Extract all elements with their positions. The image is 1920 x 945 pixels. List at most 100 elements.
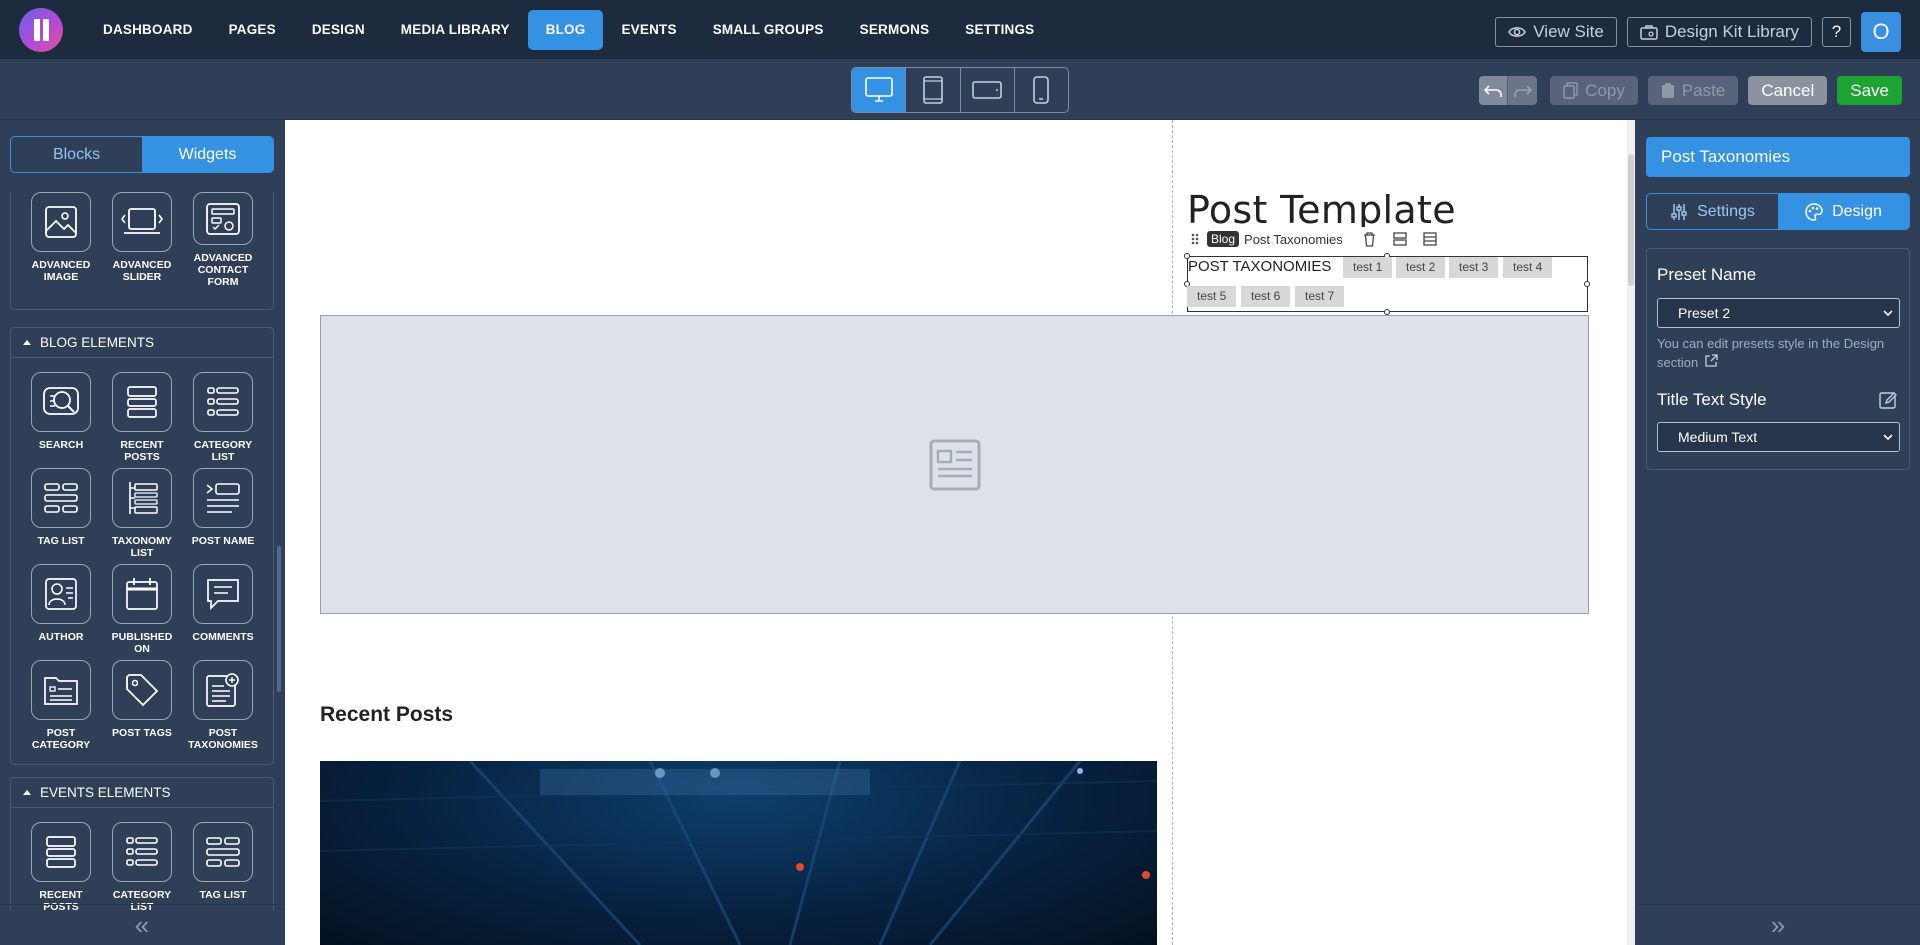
preset-name-label: Preset Name bbox=[1657, 265, 1757, 284]
nav-dashboard[interactable]: DASHBOARD bbox=[85, 10, 211, 50]
paste-button[interactable]: Paste bbox=[1647, 76, 1739, 105]
taxonomy-tag[interactable]: test 3 bbox=[1449, 257, 1499, 278]
cancel-button[interactable]: Cancel bbox=[1748, 76, 1828, 105]
widget-events-tag-list[interactable]: TAG LIST bbox=[193, 822, 253, 910]
resize-handle[interactable] bbox=[1584, 281, 1590, 287]
redo-icon bbox=[1513, 84, 1532, 97]
panel-tabs: Blocks Widgets bbox=[10, 136, 274, 173]
widget-label: TAXONOMY LIST bbox=[112, 535, 172, 559]
help-button[interactable]: ? bbox=[1822, 17, 1851, 47]
external-link-icon[interactable] bbox=[1704, 354, 1718, 368]
widget-comments[interactable]: COMMENTS bbox=[192, 564, 254, 660]
recent-posts-heading[interactable]: Recent Posts bbox=[320, 703, 453, 727]
editor-toolbar: Copy Paste Cancel Save bbox=[0, 59, 1920, 120]
delete-element-button[interactable] bbox=[1355, 231, 1385, 247]
collapse-right-panel-button[interactable]: » bbox=[1636, 904, 1920, 945]
tab-design-label: Design bbox=[1832, 202, 1882, 220]
taxonomy-tag[interactable]: test 7 bbox=[1295, 286, 1345, 307]
widget-taxonomy-list[interactable]: TAXONOMY LIST bbox=[112, 468, 172, 564]
widget-author[interactable]: AUTHOR bbox=[31, 564, 91, 660]
nav-sermons[interactable]: SERMONS bbox=[842, 10, 948, 50]
undo-button[interactable] bbox=[1479, 76, 1509, 105]
device-mobile-button[interactable] bbox=[1015, 68, 1068, 112]
nav-blog[interactable]: BLOG bbox=[527, 9, 604, 50]
recent-post-image[interactable] bbox=[320, 761, 1157, 945]
chevron-down-icon bbox=[1883, 310, 1893, 317]
events-elements-header[interactable]: EVENTS ELEMENTS bbox=[11, 778, 273, 808]
nav-design[interactable]: DESIGN bbox=[294, 10, 383, 50]
app-logo[interactable] bbox=[19, 7, 63, 52]
canvas-scrollbar[interactable] bbox=[1627, 120, 1635, 945]
nav-settings[interactable]: SETTINGS bbox=[947, 10, 1052, 50]
title-text-style-select[interactable]: Medium Text bbox=[1657, 422, 1900, 452]
widget-label: ADVANCED SLIDER bbox=[112, 259, 172, 283]
user-avatar[interactable]: O bbox=[1861, 12, 1901, 52]
device-tablet-button[interactable] bbox=[906, 68, 961, 112]
design-kit-library-button[interactable]: Design Kit Library bbox=[1626, 17, 1812, 47]
redo-button[interactable] bbox=[1508, 76, 1538, 105]
device-tablet-landscape-button[interactable] bbox=[961, 68, 1015, 112]
view-site-button[interactable]: View Site bbox=[1495, 17, 1617, 47]
post-template-title[interactable]: Post Template bbox=[1187, 188, 1456, 232]
taxonomies-label: POST TAXONOMIES bbox=[1188, 258, 1332, 275]
widgets-panel: Blocks Widgets ADVANCED IMAGE ADVANCED S… bbox=[0, 120, 284, 945]
post-name-icon bbox=[193, 468, 253, 528]
widget-category-list[interactable]: CATEGORY LIST bbox=[193, 372, 253, 468]
save-button[interactable]: Save bbox=[1837, 76, 1902, 105]
left-scrollbar[interactable] bbox=[276, 192, 282, 910]
widget-search[interactable]: SEARCH bbox=[31, 372, 91, 468]
nav-small-groups[interactable]: SMALL GROUPS bbox=[695, 10, 842, 50]
widget-advanced-contact-form[interactable]: ADVANCED CONTACT FORM bbox=[193, 192, 253, 288]
widget-post-category[interactable]: POST CATEGORY bbox=[31, 660, 91, 756]
search-icon bbox=[31, 372, 91, 432]
edit-style-icon[interactable] bbox=[1879, 391, 1898, 410]
palette-icon bbox=[1805, 202, 1823, 221]
widget-post-name[interactable]: POST NAME bbox=[192, 468, 254, 564]
tab-widgets[interactable]: Widgets bbox=[142, 137, 273, 172]
author-icon bbox=[31, 564, 91, 624]
move-element-button[interactable] bbox=[1385, 232, 1415, 246]
widget-post-tags[interactable]: POST TAGS bbox=[112, 660, 172, 756]
taxonomy-tag[interactable]: test 6 bbox=[1241, 286, 1291, 307]
page-canvas[interactable]: Post Template Blog Post Taxonomies POST … bbox=[285, 120, 1627, 945]
layout-list-icon bbox=[1423, 232, 1437, 246]
collapse-left-panel-button[interactable]: « bbox=[0, 904, 284, 945]
drag-handle-icon[interactable] bbox=[1188, 232, 1202, 246]
tab-blocks[interactable]: Blocks bbox=[11, 137, 142, 172]
blog-elements-header[interactable]: BLOG ELEMENTS bbox=[11, 328, 273, 358]
view-site-label: View Site bbox=[1533, 22, 1604, 41]
advanced-contact-form-icon bbox=[193, 192, 253, 245]
widget-events-category-list[interactable]: CATEGORY LIST bbox=[112, 822, 172, 910]
nav-events[interactable]: EVENTS bbox=[603, 10, 694, 50]
widget-advanced-slider[interactable]: ADVANCED SLIDER bbox=[112, 192, 172, 288]
featured-image-placeholder[interactable] bbox=[320, 315, 1589, 614]
widget-published-on[interactable]: PUBLISHED ON bbox=[112, 564, 172, 660]
tab-design[interactable]: Design bbox=[1778, 194, 1909, 229]
design-kit-label: Design Kit Library bbox=[1664, 22, 1799, 41]
taxonomy-tag[interactable]: test 4 bbox=[1503, 257, 1553, 278]
element-settings-button[interactable] bbox=[1415, 232, 1445, 246]
taxonomy-tag[interactable]: test 2 bbox=[1396, 257, 1446, 278]
recent-posts-icon bbox=[31, 822, 91, 882]
tag-list-icon bbox=[193, 822, 253, 882]
advanced-image-icon bbox=[31, 192, 91, 252]
widget-events-recent-posts[interactable]: RECENT POSTS bbox=[31, 822, 91, 910]
widget-list[interactable]: ADVANCED IMAGE ADVANCED SLIDER ADVANCED … bbox=[0, 192, 284, 910]
copy-button[interactable]: Copy bbox=[1550, 76, 1638, 105]
stage-lights-image bbox=[320, 761, 1157, 945]
widget-recent-posts[interactable]: RECENT POSTS bbox=[112, 372, 172, 468]
preset-select[interactable]: Preset 2 bbox=[1657, 298, 1900, 328]
nav-pages[interactable]: PAGES bbox=[211, 10, 294, 50]
taxonomy-tag[interactable]: test 5 bbox=[1187, 286, 1237, 307]
events-elements-group: EVENTS ELEMENTS RECENT POSTS CATEGORY LI… bbox=[10, 777, 274, 910]
taxonomy-tag[interactable]: test 1 bbox=[1343, 257, 1393, 278]
widget-post-taxonomies[interactable]: POST TAXONOMIES bbox=[188, 660, 258, 756]
widget-advanced-image[interactable]: ADVANCED IMAGE bbox=[31, 192, 91, 288]
eye-icon bbox=[1508, 27, 1527, 37]
tab-settings[interactable]: Settings bbox=[1647, 194, 1778, 229]
breadcrumb-badge[interactable]: Blog bbox=[1207, 231, 1240, 247]
widget-tag-list[interactable]: TAG LIST bbox=[31, 468, 91, 564]
panel-title: Post Taxonomies bbox=[1646, 137, 1910, 177]
device-desktop-button[interactable] bbox=[852, 68, 907, 112]
nav-media-library[interactable]: MEDIA LIBRARY bbox=[383, 10, 528, 50]
